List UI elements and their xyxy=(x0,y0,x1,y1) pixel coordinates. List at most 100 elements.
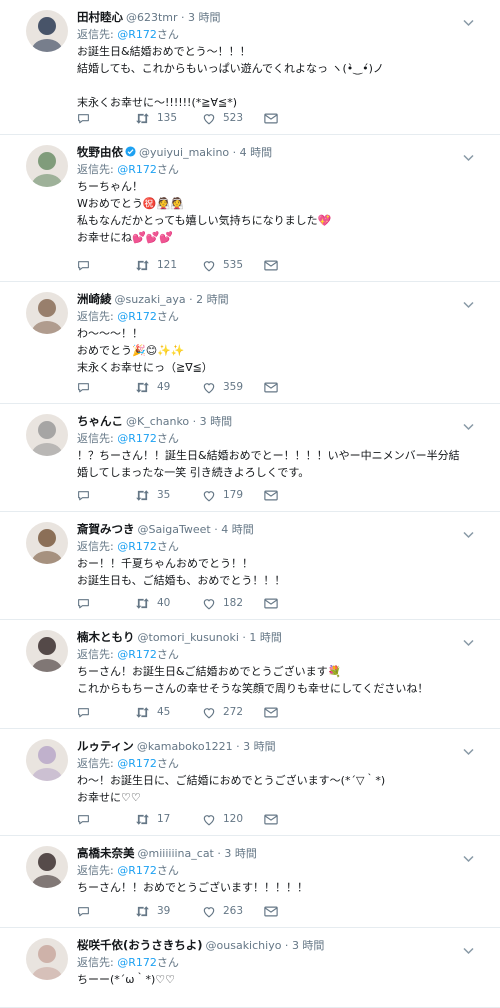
tweet-text-line: 私もなんだかとっても嬉しい気持ちになりました💖 xyxy=(77,214,332,227)
like-button[interactable]: 120 xyxy=(202,812,243,826)
reply-button[interactable] xyxy=(77,705,90,719)
retweet-button[interactable]: 40 xyxy=(135,596,170,610)
tweet-card[interactable]: 高橋未奈美 @miiiiiina_cat · 3 時間 返信先: @R172さん ちー… xyxy=(0,836,500,928)
timestamp[interactable]: 1 時間 xyxy=(249,631,282,644)
direct-message-button[interactable] xyxy=(264,380,278,394)
tweet-card[interactable]: ルゥティン @kamaboko1221 · 3 時間 返信先: @R172さん わ〜！… xyxy=(0,729,500,836)
reply-button[interactable] xyxy=(77,812,90,826)
reply-button[interactable] xyxy=(77,904,90,918)
tweet-content: 斎賀みつき @SaigaTweet · 4 時間 返信先: @R172さん おー！！千… xyxy=(77,520,470,589)
user-handle[interactable]: @623tmr xyxy=(126,11,178,24)
timestamp[interactable]: 3 時間 xyxy=(292,939,325,952)
user-handle[interactable]: @suzaki_aya xyxy=(115,293,186,306)
tweet-header: 洲崎綾 @suzaki_aya · 2 時間 xyxy=(77,290,470,308)
reply-to-link[interactable]: @R172 xyxy=(117,310,157,323)
user-handle[interactable]: @kamaboko1221 xyxy=(137,740,233,753)
display-name[interactable]: 洲崎綾 xyxy=(77,292,112,306)
timestamp[interactable]: 3 時間 xyxy=(200,415,233,428)
tweet-text-line: ちーさん！お誕生日&ご結婚おめでとうございます💐 xyxy=(77,665,342,678)
user-handle[interactable]: @miiiiiina_cat xyxy=(138,847,214,860)
reply-to-link[interactable]: @R172 xyxy=(117,956,157,969)
like-button[interactable]: 272 xyxy=(202,705,243,719)
retweet-button[interactable]: 121 xyxy=(135,258,177,272)
avatar[interactable] xyxy=(26,414,68,456)
separator-dot: · xyxy=(177,11,189,24)
tweet-card[interactable]: 洲崎綾 @suzaki_aya · 2 時間 返信先: @R172さん わ〜〜〜！！ お… xyxy=(0,282,500,404)
avatar[interactable] xyxy=(26,630,68,672)
reply-to-link[interactable]: @R172 xyxy=(117,648,157,661)
reply-button[interactable] xyxy=(77,380,90,394)
reply-icon xyxy=(77,489,90,502)
reply-button[interactable] xyxy=(77,258,90,272)
direct-message-button[interactable] xyxy=(264,904,278,918)
like-button[interactable]: 179 xyxy=(202,488,243,502)
tweet-card[interactable]: 牧野由依 @yuiyui_makino · 4 時間 返信先: @R172さん ちーち… xyxy=(0,135,500,282)
user-handle[interactable]: @yuiyui_makino xyxy=(139,146,229,159)
reply-button[interactable] xyxy=(77,596,90,610)
direct-message-button[interactable] xyxy=(264,111,278,125)
retweet-button[interactable]: 135 xyxy=(135,111,177,125)
display-name[interactable]: ちゃんこ xyxy=(77,414,123,428)
direct-message-button[interactable] xyxy=(264,596,278,610)
direct-message-button[interactable] xyxy=(264,812,278,826)
avatar[interactable] xyxy=(26,938,68,980)
tweet-header: ルゥティン @kamaboko1221 · 3 時間 xyxy=(77,737,470,755)
retweet-count: 40 xyxy=(157,597,171,609)
tweet-card[interactable]: 田村睦心 @623tmr · 3 時間 返信先: @R172さん お誕生日&結婚おめで… xyxy=(0,0,500,135)
reply-to-link[interactable]: @R172 xyxy=(117,28,157,41)
user-handle[interactable]: @SaigaTweet xyxy=(138,523,211,536)
direct-message-button[interactable] xyxy=(264,258,278,272)
display-name[interactable]: 田村睦心 xyxy=(77,10,123,24)
avatar[interactable] xyxy=(26,145,68,187)
tweet-card[interactable]: ちゃんこ @K_chanko · 3 時間 返信先: @R172さん ！？ちーさん！！… xyxy=(0,404,500,512)
like-button[interactable]: 263 xyxy=(202,904,243,918)
timestamp[interactable]: 4 時間 xyxy=(221,523,254,536)
like-button[interactable]: 359 xyxy=(202,380,243,394)
display-name[interactable]: 桜咲千依(おうさきちよ) xyxy=(77,938,203,952)
direct-message-button[interactable] xyxy=(264,705,278,719)
like-button[interactable]: 523 xyxy=(202,111,243,125)
reply-button[interactable] xyxy=(77,111,90,125)
reply-to-link[interactable]: @R172 xyxy=(117,757,157,770)
timestamp[interactable]: 3 時間 xyxy=(188,11,221,24)
display-name[interactable]: 楠木ともり xyxy=(77,630,135,644)
tweet-card[interactable]: 斎賀みつき @SaigaTweet · 4 時間 返信先: @R172さん おー！！千… xyxy=(0,512,500,620)
reply-to-link[interactable]: @R172 xyxy=(117,540,157,553)
replying-label: 返信先: xyxy=(77,28,118,41)
user-handle[interactable]: @ousakichiyo xyxy=(206,939,282,952)
like-count: 179 xyxy=(223,489,244,501)
user-handle[interactable]: @tomori_kusunoki xyxy=(138,631,239,644)
timestamp[interactable]: 3 時間 xyxy=(224,847,257,860)
tweet-text: ちーさん！！おめでとうございます！！！！！ xyxy=(77,879,470,896)
like-button[interactable]: 182 xyxy=(202,596,243,610)
timestamp[interactable]: 4 時間 xyxy=(240,146,273,159)
avatar[interactable] xyxy=(26,846,68,888)
retweet-icon xyxy=(135,813,150,826)
retweet-button[interactable]: 35 xyxy=(135,488,170,502)
display-name[interactable]: 斎賀みつき xyxy=(77,522,135,536)
avatar[interactable] xyxy=(26,10,68,52)
reply-to-link[interactable]: @R172 xyxy=(117,432,157,445)
user-handle[interactable]: @K_chanko xyxy=(126,415,189,428)
tweet-card[interactable]: 楠木ともり @tomori_kusunoki · 1 時間 返信先: @R172さん… xyxy=(0,620,500,729)
reply-to-link[interactable]: @R172 xyxy=(117,163,157,176)
display-name[interactable]: ルゥティン xyxy=(77,739,134,753)
like-button[interactable]: 535 xyxy=(202,258,243,272)
display-name[interactable]: 牧野由依 xyxy=(77,145,123,159)
tweet-card[interactable]: 桜咲千依(おうさきちよ) @ousakichiyo · 3 時間 返信先: @R17… xyxy=(0,928,500,1008)
reply-button[interactable] xyxy=(77,488,90,502)
avatar[interactable] xyxy=(26,292,68,334)
timestamp[interactable]: 3 時間 xyxy=(243,740,276,753)
retweet-button[interactable]: 49 xyxy=(135,380,170,394)
timestamp[interactable]: 2 時間 xyxy=(196,293,229,306)
avatar[interactable] xyxy=(26,739,68,781)
retweet-button[interactable]: 17 xyxy=(135,812,170,826)
display-name[interactable]: 高橋未奈美 xyxy=(77,846,135,860)
reply-to-link[interactable]: @R172 xyxy=(117,864,157,877)
direct-message-button[interactable] xyxy=(264,488,278,502)
retweet-button[interactable]: 45 xyxy=(135,705,170,719)
reply-suffix: さん xyxy=(156,956,179,969)
retweet-icon xyxy=(135,905,150,918)
avatar[interactable] xyxy=(26,522,68,564)
retweet-button[interactable]: 39 xyxy=(135,904,170,918)
